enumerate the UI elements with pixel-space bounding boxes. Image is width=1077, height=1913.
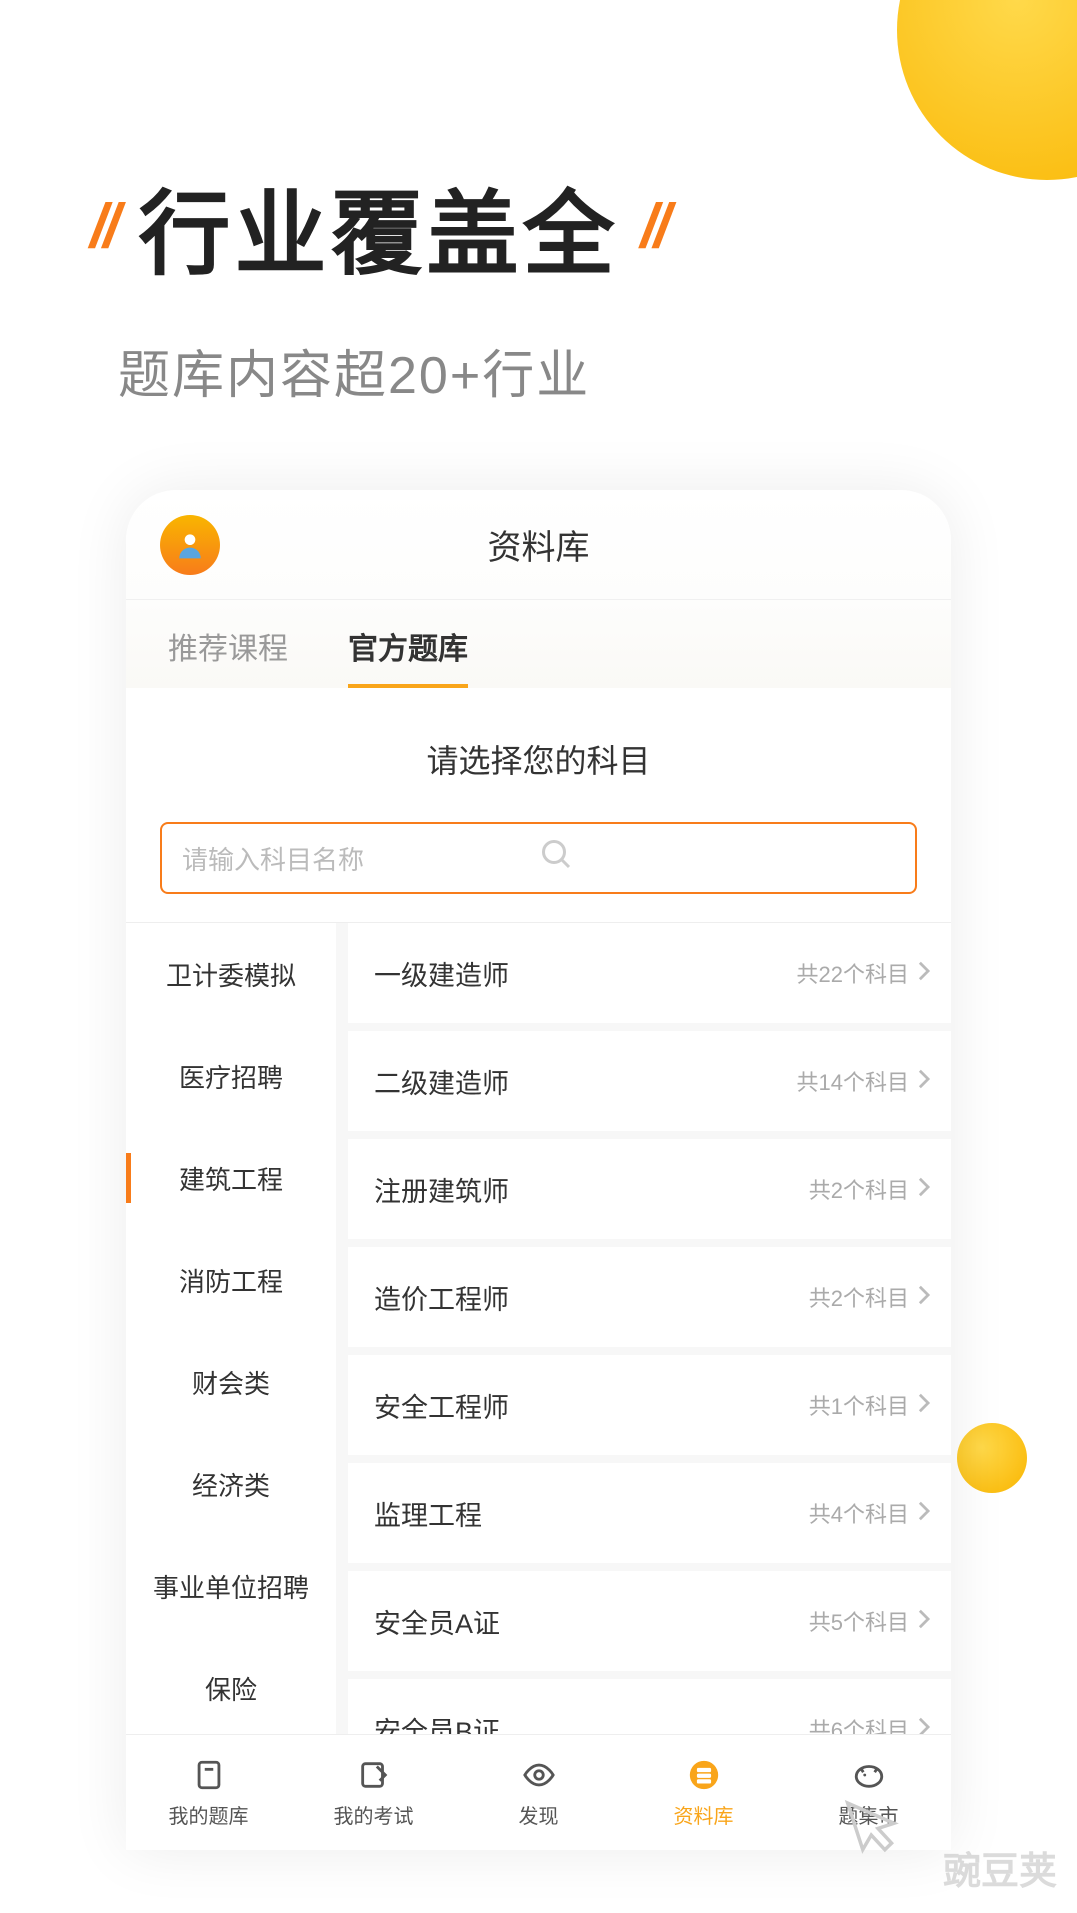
- nav-label: 资料库: [674, 1800, 734, 1829]
- page-title: 资料库: [488, 520, 590, 569]
- subject-row[interactable]: 注册建筑师 共2个科目: [348, 1139, 951, 1239]
- subject-row[interactable]: 二级建造师 共14个科目: [348, 1031, 951, 1131]
- sidebar-item[interactable]: 卫计委模拟: [126, 923, 336, 1025]
- slash-icon-left: //: [90, 191, 116, 262]
- chevron-right-icon: [917, 1608, 931, 1635]
- watermark-text: 豌豆荚: [943, 1840, 1057, 1895]
- subject-row[interactable]: 监理工程 共4个科目: [348, 1463, 951, 1563]
- chevron-right-icon: [917, 1068, 931, 1095]
- search-icon: [539, 837, 896, 880]
- nav-label: 发现: [519, 1800, 559, 1829]
- subject-name: 安全工程师: [374, 1386, 809, 1425]
- subject-name: 注册建筑师: [374, 1170, 809, 1209]
- chevron-right-icon: [917, 1176, 931, 1203]
- subject-list: 一级建造师 共22个科目 二级建造师 共14个科目 注册建筑师 共2个科目 造价…: [336, 923, 951, 1843]
- nav-label: 我的考试: [334, 1800, 414, 1829]
- subject-row[interactable]: 一级建造师 共22个科目: [348, 923, 951, 1023]
- chevron-right-icon: [917, 960, 931, 987]
- sidebar-item[interactable]: 事业单位招聘: [126, 1535, 336, 1637]
- sidebar-item[interactable]: 财会类: [126, 1331, 336, 1433]
- nav-library[interactable]: 资料库: [621, 1735, 786, 1850]
- bottom-nav: 我的题库 我的考试 发现 资料库 题集市: [126, 1734, 951, 1850]
- book-icon: [190, 1756, 228, 1794]
- subject-name: 一级建造师: [374, 954, 797, 993]
- subject-row[interactable]: 安全工程师 共1个科目: [348, 1355, 951, 1455]
- sidebar-item[interactable]: 医疗招聘: [126, 1025, 336, 1127]
- search-placeholder: 请输入科目名称: [182, 840, 539, 877]
- chevron-right-icon: [917, 1500, 931, 1527]
- content-area: 卫计委模拟 医疗招聘 建筑工程 消防工程 财会类 经济类 事业单位招聘 保险 教…: [126, 923, 951, 1843]
- subject-count: 共2个科目: [809, 1281, 909, 1313]
- subject-count: 共5个科目: [809, 1605, 909, 1637]
- subject-name: 二级建造师: [374, 1062, 797, 1101]
- subject-row[interactable]: 安全员A证 共5个科目: [348, 1571, 951, 1671]
- slash-icon-right: //: [640, 191, 666, 262]
- chevron-right-icon: [917, 1284, 931, 1311]
- sidebar-item[interactable]: 经济类: [126, 1433, 336, 1535]
- phone-frame: 资料库 推荐课程 官方题库 请选择您的科目 请输入科目名称 卫计委模拟 医疗招聘…: [126, 490, 951, 1850]
- tabs-bar: 推荐课程 官方题库: [126, 600, 951, 688]
- section-title: 请选择您的科目: [126, 688, 951, 822]
- subject-count: 共14个科目: [797, 1065, 909, 1097]
- avatar[interactable]: [160, 515, 220, 575]
- nav-my-bank[interactable]: 我的题库: [126, 1735, 291, 1850]
- edit-icon: [355, 1756, 393, 1794]
- subject-name: 安全员A证: [374, 1602, 809, 1641]
- hero-subtitle: 题库内容超20+行业: [90, 333, 987, 408]
- subject-name: 监理工程: [374, 1494, 809, 1533]
- hero-title: 行业覆盖全: [138, 160, 618, 293]
- nav-my-exam[interactable]: 我的考试: [291, 1735, 456, 1850]
- nav-discover[interactable]: 发现: [456, 1735, 621, 1850]
- category-sidebar: 卫计委模拟 医疗招聘 建筑工程 消防工程 财会类 经济类 事业单位招聘 保险 教…: [126, 923, 336, 1843]
- tab-official-bank[interactable]: 官方题库: [348, 624, 468, 688]
- chevron-right-icon: [917, 1392, 931, 1419]
- subject-row[interactable]: 造价工程师 共2个科目: [348, 1247, 951, 1347]
- app-header: 资料库: [126, 490, 951, 600]
- subject-count: 共1个科目: [809, 1389, 909, 1421]
- subject-count: 共22个科目: [797, 957, 909, 989]
- tab-recommended[interactable]: 推荐课程: [168, 624, 288, 688]
- stack-icon: [685, 1756, 723, 1794]
- search-input[interactable]: 请输入科目名称: [160, 822, 917, 894]
- search-container: 请输入科目名称: [126, 822, 951, 923]
- decoration-circle-bottom: [957, 1423, 1027, 1493]
- subject-count: 共4个科目: [809, 1497, 909, 1529]
- eye-icon: [520, 1756, 558, 1794]
- sidebar-item[interactable]: 建筑工程: [126, 1127, 336, 1229]
- sidebar-item[interactable]: 保险: [126, 1637, 336, 1739]
- sidebar-item[interactable]: 消防工程: [126, 1229, 336, 1331]
- subject-name: 造价工程师: [374, 1278, 809, 1317]
- nav-label: 我的题库: [169, 1800, 249, 1829]
- subject-count: 共2个科目: [809, 1173, 909, 1205]
